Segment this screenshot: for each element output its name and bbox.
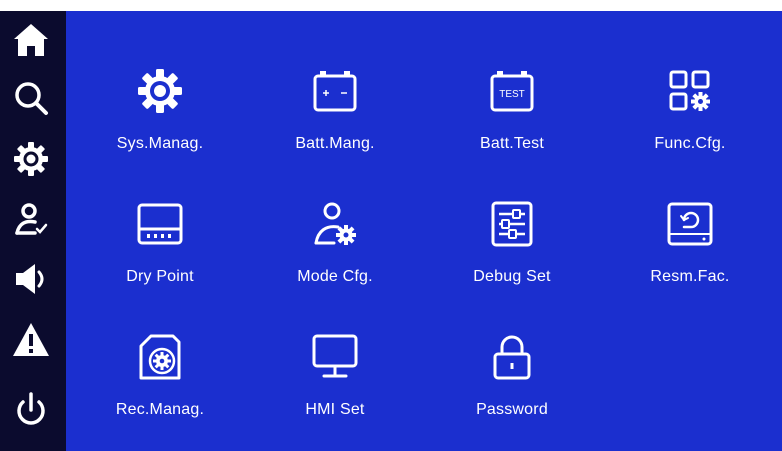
- home-icon: [14, 24, 48, 56]
- menu-tile-hmi-set[interactable]: HMI Set: [255, 327, 415, 447]
- menu-tile-label: Dry Point: [126, 268, 194, 285]
- menu-tile-resm-fac[interactable]: Resm.Fac.: [610, 194, 770, 314]
- menu-tile-batt-mang[interactable]: Batt.Mang.: [255, 61, 415, 181]
- sidebar-item-power[interactable]: [6, 385, 56, 435]
- function-grid-icon: [660, 61, 720, 121]
- menu-tile-label: HMI Set: [305, 401, 365, 418]
- menu-tile-label: Mode Cfg.: [297, 268, 373, 285]
- search-icon: [15, 82, 48, 115]
- screen: Sys.Manag. Batt.Mang. TEST Batt.Test Fun…: [0, 0, 782, 451]
- sidebar-item-user[interactable]: [6, 194, 56, 244]
- menu-tile-func-cfg[interactable]: Func.Cfg.: [610, 61, 770, 181]
- battery-test-icon-text: TEST: [499, 89, 525, 100]
- menu-tile-batt-test[interactable]: TEST Batt.Test: [432, 61, 592, 181]
- menu-tile-label: Func.Cfg.: [654, 135, 726, 152]
- menu-tile-label: Debug Set: [473, 268, 551, 285]
- gear-icon: [130, 61, 190, 121]
- reset-device-icon: [660, 194, 720, 254]
- dry-point-icon: [130, 194, 190, 254]
- sidebar-item-alarm[interactable]: [6, 315, 56, 365]
- gear-icon: [14, 142, 48, 176]
- menu-tile-label: Password: [476, 401, 548, 418]
- sidebar-item-search[interactable]: [6, 73, 56, 123]
- menu-tile-label: Rec.Manag.: [115, 401, 205, 418]
- main-menu-panel: Sys.Manag. Batt.Mang. TEST Batt.Test Fun…: [66, 11, 782, 451]
- menu-tile-password[interactable]: Password: [432, 327, 592, 447]
- battery-test-icon: TEST: [482, 61, 542, 121]
- menu-tile-dry-point[interactable]: Dry Point: [80, 194, 240, 314]
- menu-tile-rec-manag[interactable]: Rec.Manag.: [80, 327, 240, 447]
- menu-tile-label: Resm.Fac.: [650, 268, 730, 285]
- sidebar-item-home[interactable]: [6, 15, 56, 65]
- power-icon: [17, 392, 45, 425]
- sidebar-item-sound[interactable]: [6, 254, 56, 304]
- menu-tile-label: Batt.Mang.: [295, 135, 375, 152]
- record-gear-icon: [130, 327, 190, 387]
- user-gear-icon: [305, 194, 365, 254]
- menu-tile-label: Sys.Manag.: [116, 135, 204, 152]
- lock-icon: [482, 327, 542, 387]
- user-check-icon: [15, 203, 48, 235]
- sliders-icon: [482, 194, 542, 254]
- menu-tile-mode-cfg[interactable]: Mode Cfg.: [255, 194, 415, 314]
- menu-tile-sys-manag[interactable]: Sys.Manag.: [80, 61, 240, 181]
- sidebar: [0, 11, 66, 451]
- warning-icon: [13, 323, 49, 356]
- battery-icon: [305, 61, 365, 121]
- speaker-icon: [16, 264, 44, 294]
- menu-tile-label: Batt.Test: [479, 135, 545, 152]
- monitor-icon: [305, 327, 365, 387]
- menu-tile-debug-set[interactable]: Debug Set: [432, 194, 592, 314]
- sidebar-item-settings[interactable]: [6, 134, 56, 184]
